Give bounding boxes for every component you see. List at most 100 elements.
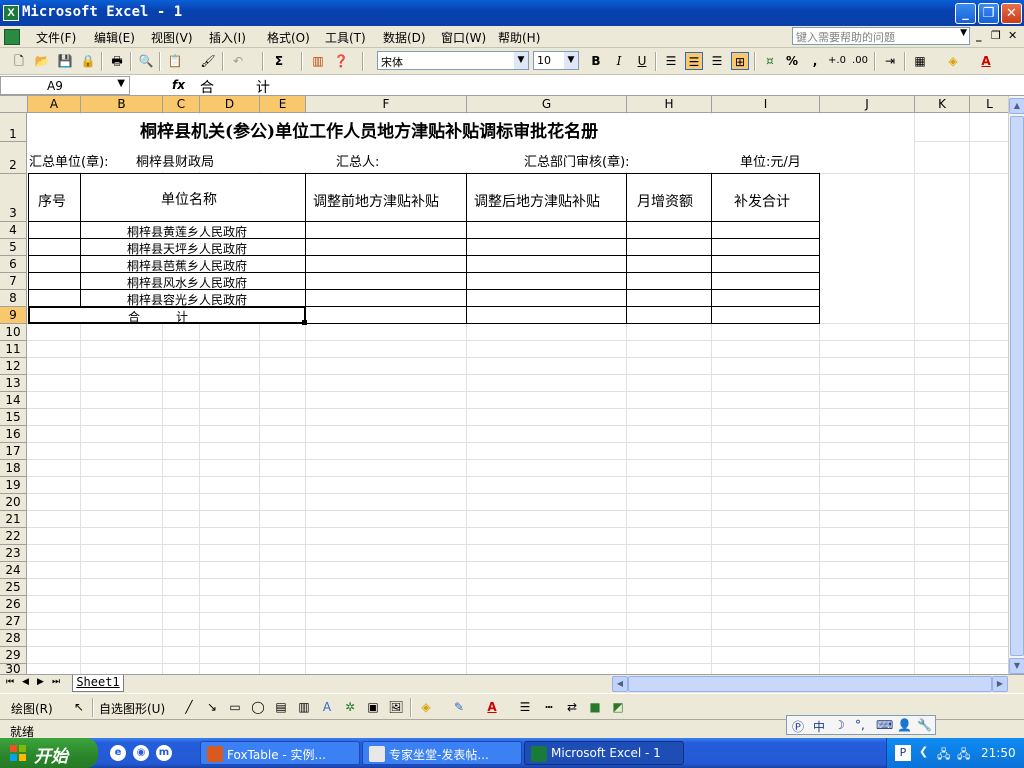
- shadow-icon[interactable]: ■: [586, 698, 604, 716]
- sheet-tab[interactable]: Sheet1: [72, 675, 124, 692]
- borders-icon[interactable]: ▦: [911, 52, 929, 70]
- merge-center-icon[interactable]: ⊞: [731, 52, 749, 70]
- wordart-icon[interactable]: A: [318, 698, 336, 716]
- chevron-down-icon[interactable]: ▼: [117, 78, 125, 89]
- scroll-left-icon[interactable]: ◀: [612, 676, 628, 692]
- row-header[interactable]: 8: [0, 290, 27, 307]
- scroll-up-icon[interactable]: ▲: [1009, 98, 1024, 114]
- clock[interactable]: 21:50: [981, 746, 1016, 760]
- fill-handle[interactable]: [302, 320, 307, 325]
- draw-menu[interactable]: 绘图(R): [11, 700, 53, 717]
- print-icon[interactable]: 🖶: [108, 52, 126, 70]
- clipart-icon[interactable]: ▣: [364, 698, 382, 716]
- tray-expand-icon[interactable]: ❮: [919, 745, 935, 761]
- row-header[interactable]: 9: [0, 307, 27, 324]
- line-icon[interactable]: ╱: [180, 698, 198, 716]
- picture-icon[interactable]: 🖼: [387, 698, 405, 716]
- print-preview-icon[interactable]: 🔍: [137, 52, 155, 70]
- taskbar-item[interactable]: Microsoft Excel - 1: [524, 741, 684, 765]
- row-header[interactable]: 17: [0, 443, 27, 460]
- fill-color-icon[interactable]: ◈: [417, 698, 435, 716]
- menu-edit[interactable]: 编辑(E): [94, 29, 135, 46]
- autoshapes-menu[interactable]: 自选图形(U): [99, 700, 165, 717]
- align-left-icon[interactable]: ☰: [662, 52, 680, 70]
- unit-name-cell[interactable]: 桐梓县芭蕉乡人民政府: [127, 257, 247, 274]
- prev-sheet-icon[interactable]: ◀: [22, 677, 29, 687]
- browser-icon[interactable]: ◉: [133, 745, 149, 761]
- column-header[interactable]: H: [627, 96, 712, 113]
- oval-icon[interactable]: ◯: [249, 698, 267, 716]
- soft-keyboard-icon[interactable]: ⌨: [876, 718, 893, 732]
- doc-minimize-button[interactable]: _: [976, 29, 982, 42]
- menu-format[interactable]: 格式(O): [267, 29, 310, 46]
- ime-logo-icon[interactable]: Ⓟ: [792, 718, 804, 735]
- first-sheet-icon[interactable]: ⏮: [6, 677, 14, 687]
- vertical-scrollbar[interactable]: ▲ ▼: [1008, 96, 1024, 674]
- row-header[interactable]: 2: [0, 142, 27, 174]
- column-header[interactable]: G: [467, 96, 627, 113]
- half-width-icon[interactable]: ☽: [834, 718, 845, 732]
- chevron-down-icon[interactable]: ▼: [960, 28, 967, 38]
- menu-window[interactable]: 窗口(W): [441, 29, 486, 46]
- help-search-input[interactable]: 键入需要帮助的问题 ▼: [792, 27, 970, 45]
- font-color-button[interactable]: A: [977, 52, 995, 70]
- paste-icon[interactable]: 📋: [166, 52, 184, 70]
- punctuation-icon[interactable]: °,: [855, 718, 865, 732]
- currency-icon[interactable]: ¤: [761, 52, 779, 70]
- format-painter-icon[interactable]: 🖌: [199, 52, 217, 70]
- row-header[interactable]: 22: [0, 528, 27, 545]
- menu-help[interactable]: 帮助(H): [498, 29, 540, 46]
- row-header[interactable]: 23: [0, 545, 27, 562]
- last-sheet-icon[interactable]: ⏭: [52, 677, 60, 687]
- excel-icon[interactable]: X: [3, 5, 19, 21]
- comma-button[interactable]: ,: [806, 52, 824, 70]
- row-header[interactable]: 11: [0, 341, 27, 358]
- column-header[interactable]: C: [163, 96, 200, 113]
- line-style-icon[interactable]: ☰: [516, 698, 534, 716]
- font-name-select[interactable]: 宋体 ▼: [377, 51, 529, 70]
- close-button[interactable]: ✕: [1001, 3, 1022, 24]
- row-header[interactable]: 14: [0, 392, 27, 409]
- row-header[interactable]: 10: [0, 324, 27, 341]
- row-header[interactable]: 5: [0, 239, 27, 256]
- row-header[interactable]: 21: [0, 511, 27, 528]
- network-icon[interactable]: 🖧: [937, 745, 953, 761]
- row-header[interactable]: 7: [0, 273, 27, 290]
- chevron-down-icon[interactable]: ▼: [564, 52, 578, 69]
- new-icon[interactable]: 🗋: [10, 52, 28, 70]
- user-icon[interactable]: 👤: [897, 718, 912, 732]
- row-header[interactable]: 1: [0, 113, 27, 142]
- menu-data[interactable]: 数据(D): [383, 29, 426, 46]
- network2-icon[interactable]: 🖧: [957, 745, 973, 761]
- settings-wrench-icon[interactable]: 🔧: [917, 718, 932, 732]
- workbook-icon[interactable]: [4, 29, 20, 45]
- align-center-icon[interactable]: ☰: [685, 52, 703, 70]
- row-header[interactable]: 18: [0, 460, 27, 477]
- permission-icon[interactable]: 🔒: [79, 52, 97, 70]
- ie-icon[interactable]: e: [110, 745, 126, 761]
- bold-button[interactable]: B: [587, 52, 605, 70]
- select-all-corner[interactable]: [0, 96, 28, 113]
- row-header[interactable]: 13: [0, 375, 27, 392]
- line-color-icon[interactable]: ✎: [450, 698, 468, 716]
- italic-button[interactable]: I: [610, 52, 628, 70]
- textbox-icon[interactable]: ▤: [272, 698, 290, 716]
- arrow-icon[interactable]: ↘: [203, 698, 221, 716]
- start-button[interactable]: 开始: [0, 738, 98, 768]
- row-header[interactable]: 19: [0, 477, 27, 494]
- row-header[interactable]: 30: [0, 663, 27, 674]
- column-header[interactable]: I: [712, 96, 820, 113]
- ime-tray-icon[interactable]: P: [895, 745, 911, 761]
- unit-name-cell[interactable]: 桐梓县黄莲乡人民政府: [127, 223, 247, 240]
- chevron-down-icon[interactable]: ▼: [514, 52, 528, 69]
- chart-wizard-icon[interactable]: ▥: [309, 52, 327, 70]
- ime-mode-button[interactable]: 中: [813, 718, 825, 735]
- font-size-select[interactable]: 10 ▼: [533, 51, 579, 70]
- row-header[interactable]: 26: [0, 596, 27, 613]
- menu-file[interactable]: 文件(F): [36, 29, 76, 46]
- taskbar-item[interactable]: FoxTable - 实例...: [200, 741, 360, 765]
- next-sheet-icon[interactable]: ▶: [37, 677, 44, 687]
- fx-icon[interactable]: fx: [172, 78, 185, 92]
- diagram-icon[interactable]: ✲: [341, 698, 359, 716]
- arrow-style-icon[interactable]: ⇄: [563, 698, 581, 716]
